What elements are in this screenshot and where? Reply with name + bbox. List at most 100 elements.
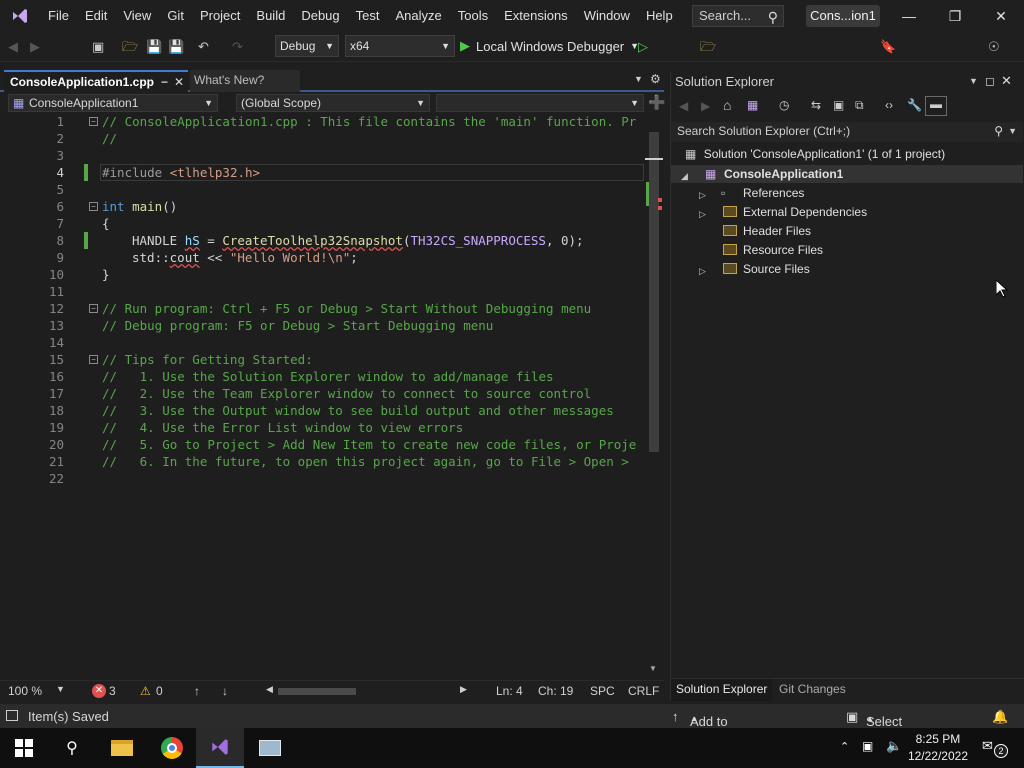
- column-indicator[interactable]: Ch: 19: [538, 684, 573, 698]
- tab-git-changes[interactable]: Git Changes: [779, 682, 846, 696]
- scrollbar-thumb[interactable]: [649, 132, 659, 452]
- warning-count[interactable]: 0: [156, 684, 163, 698]
- menu-test[interactable]: Test: [348, 0, 388, 32]
- close-button[interactable]: ✕: [978, 0, 1024, 32]
- back-icon[interactable]: ◀: [679, 99, 688, 113]
- global-scope-dropdown[interactable]: (Global Scope) ▼: [236, 94, 430, 112]
- network-icon[interactable]: ▣: [862, 739, 873, 753]
- tree-item-references[interactable]: ▷ ▫ References: [671, 184, 1023, 202]
- menu-edit[interactable]: Edit: [77, 0, 115, 32]
- save-icon[interactable]: 💾: [146, 40, 162, 54]
- platform-dropdown[interactable]: x64 ▼: [345, 35, 455, 57]
- forward-icon[interactable]: ▶: [30, 40, 40, 54]
- notifications-bell-icon[interactable]: 🔔: [992, 709, 1008, 725]
- window-options-icon[interactable]: ▼: [969, 76, 978, 86]
- menu-build[interactable]: Build: [248, 0, 293, 32]
- pin-icon[interactable]: ◻: [985, 74, 995, 88]
- search-options-icon[interactable]: ▼: [1008, 122, 1017, 141]
- project-scope-dropdown[interactable]: ▦ ConsoleApplication1 ▼: [8, 94, 218, 112]
- line-indicator[interactable]: Ln: 4: [496, 684, 523, 698]
- volume-icon[interactable]: 🔈: [886, 738, 902, 754]
- menu-file[interactable]: File: [40, 0, 77, 32]
- open-folder-icon[interactable]: 🗁: [122, 40, 138, 54]
- tree-item-external-dependencies[interactable]: ▷ External Dependencies: [671, 203, 1023, 221]
- collapsed-icon[interactable]: ▷: [699, 187, 706, 203]
- undo-icon[interactable]: ↶: [198, 40, 209, 54]
- menu-view[interactable]: View: [115, 0, 159, 32]
- menu-debug[interactable]: Debug: [293, 0, 347, 32]
- menu-window[interactable]: Window: [576, 0, 638, 32]
- menu-help[interactable]: Help: [638, 0, 681, 32]
- show-all-files-icon[interactable]: ⧉: [855, 98, 864, 113]
- collapsed-icon[interactable]: ▷: [699, 206, 706, 222]
- collapse-icon[interactable]: −: [89, 202, 98, 211]
- folder-icon[interactable]: 🗁: [700, 40, 716, 54]
- pin-icon[interactable]: −: [161, 72, 168, 93]
- scroll-down-icon[interactable]: ▼: [649, 664, 657, 673]
- gear-icon[interactable]: ⚙: [650, 72, 661, 86]
- visual-studio-taskbar-icon[interactable]: [196, 728, 244, 768]
- tree-item-resource-files[interactable]: Resource Files: [671, 241, 1023, 259]
- app-window-icon[interactable]: [246, 728, 294, 768]
- menu-tools[interactable]: Tools: [450, 0, 496, 32]
- tab-consoleapplication1-cpp[interactable]: ConsoleApplication1.cpp − ✕: [4, 70, 188, 92]
- menu-analyze[interactable]: Analyze: [387, 0, 449, 32]
- bookmark-icon[interactable]: 🔖: [880, 40, 896, 54]
- save-all-icon[interactable]: 💾: [168, 40, 184, 54]
- scroll-right-icon[interactable]: ▶: [460, 684, 467, 695]
- error-icon[interactable]: ✕: [92, 684, 106, 698]
- home-icon[interactable]: ⌂: [723, 97, 731, 113]
- chrome-icon[interactable]: [148, 728, 196, 768]
- taskbar-clock[interactable]: 8:25 PM 12/22/2022: [908, 731, 968, 765]
- search-icon[interactable]: ⚲: [994, 122, 1003, 141]
- redo-icon[interactable]: ↷: [232, 40, 243, 54]
- start-without-debugging-icon[interactable]: ▷: [638, 40, 648, 54]
- properties-icon[interactable]: 🔧: [907, 98, 922, 112]
- scroll-left-icon[interactable]: ◀: [266, 684, 273, 695]
- collapse-icon[interactable]: −: [89, 117, 98, 126]
- line-ending-indicator[interactable]: CRLF: [628, 684, 659, 698]
- live-share-icon[interactable]: ☉: [988, 40, 1000, 54]
- solution-title[interactable]: Cons...ion1: [806, 5, 880, 27]
- show-hidden-icons-icon[interactable]: ⌃: [840, 740, 849, 753]
- error-count[interactable]: 3: [109, 684, 116, 698]
- warning-icon[interactable]: ⚠: [140, 684, 151, 698]
- minimize-button[interactable]: —: [886, 0, 932, 32]
- forward-icon[interactable]: ▶: [701, 99, 710, 113]
- tab-whats-new[interactable]: What's New?: [190, 70, 300, 92]
- whitespace-indicator[interactable]: SPC: [590, 684, 615, 698]
- editor-vertical-scrollbar[interactable]: ▼: [645, 112, 663, 680]
- split-editor-icon[interactable]: ➕: [648, 94, 665, 111]
- sync-icon[interactable]: ⇆: [811, 98, 821, 112]
- member-dropdown[interactable]: ▼: [436, 94, 644, 112]
- close-panel-icon[interactable]: ✕: [1001, 73, 1012, 89]
- chevron-down-icon[interactable]: ▼: [56, 684, 65, 694]
- taskbar-search-icon[interactable]: ⚲: [48, 728, 96, 768]
- switch-views-icon[interactable]: ▦: [747, 98, 758, 112]
- collapsed-icon[interactable]: ▷: [699, 263, 706, 279]
- tree-item-header-files[interactable]: Header Files: [671, 222, 1023, 240]
- tab-list-dropdown-icon[interactable]: ▼: [634, 74, 643, 84]
- expanded-icon[interactable]: ◢: [681, 168, 688, 184]
- collapse-icon[interactable]: −: [89, 355, 98, 364]
- next-issue-icon[interactable]: ↓: [222, 684, 228, 698]
- search-input[interactable]: Search... ⚲: [692, 5, 784, 27]
- menu-extensions[interactable]: Extensions: [496, 0, 576, 32]
- previous-issue-icon[interactable]: ↑: [194, 684, 200, 698]
- pending-changes-filter-icon[interactable]: ◷: [779, 98, 789, 112]
- start-button[interactable]: [0, 728, 48, 768]
- configuration-dropdown[interactable]: Debug ▼: [275, 35, 339, 57]
- maximize-button[interactable]: ❐: [932, 0, 978, 32]
- horizontal-scrollbar-thumb[interactable]: [278, 688, 356, 695]
- file-explorer-icon[interactable]: [98, 728, 146, 768]
- close-tab-icon[interactable]: ✕: [174, 72, 184, 93]
- view-code-icon[interactable]: ‹›: [885, 98, 893, 112]
- start-debugging-button[interactable]: ▶ Local Windows Debugger ▼: [460, 34, 639, 58]
- preview-selected-icon[interactable]: ▬: [925, 96, 947, 116]
- menu-project[interactable]: Project: [192, 0, 248, 32]
- project-node[interactable]: ◢ ▦ ConsoleApplication1: [671, 165, 1023, 183]
- tree-item-source-files[interactable]: ▷ Source Files: [671, 260, 1023, 278]
- tab-solution-explorer[interactable]: Solution Explorer: [671, 679, 773, 701]
- output-icon[interactable]: [6, 710, 18, 721]
- solution-node[interactable]: ▦ Solution 'ConsoleApplication1' (1 of 1…: [685, 146, 1015, 162]
